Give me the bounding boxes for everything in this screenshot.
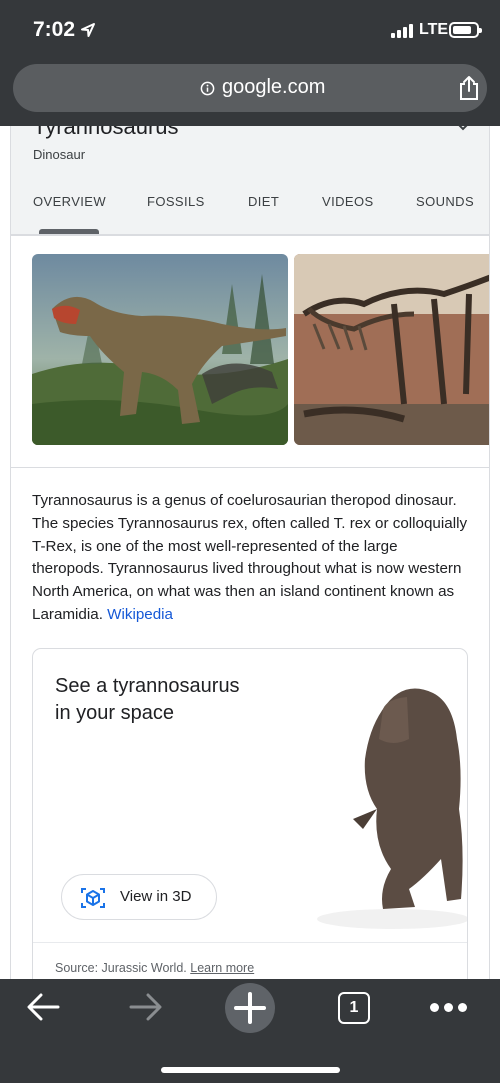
entity-subtitle: Dinosaur bbox=[33, 147, 86, 162]
panel-tabs: OVERVIEW FOSSILS DIET VIDEOS SOUNDS bbox=[11, 194, 489, 224]
source-text: Source: Jurassic World. bbox=[55, 961, 187, 975]
ar-card-source: Source: Jurassic World. Learn more bbox=[55, 961, 254, 975]
3d-cube-icon bbox=[81, 888, 105, 908]
signal-icon bbox=[391, 24, 415, 38]
url-text[interactable]: google.com bbox=[222, 76, 325, 99]
chevron-down-icon[interactable] bbox=[457, 126, 469, 131]
view-in-3d-card[interactable]: See a tyrannosaurus in your space View i… bbox=[32, 648, 468, 980]
tab-diet[interactable]: DIET bbox=[248, 194, 279, 209]
plus-icon bbox=[234, 992, 266, 1024]
tab-fossils[interactable]: FOSSILS bbox=[147, 194, 205, 209]
address-bar[interactable]: google.com bbox=[13, 64, 487, 112]
ar-card-title: See a tyrannosaurus in your space bbox=[55, 675, 240, 724]
t-rex-illustration-image[interactable] bbox=[32, 254, 288, 445]
status-time: 7:02 bbox=[33, 18, 76, 41]
location-arrow-icon bbox=[81, 23, 95, 37]
tab-overview[interactable]: OVERVIEW bbox=[33, 194, 106, 209]
entity-description: Tyrannosaurus is a genus of coelurosauri… bbox=[32, 490, 472, 627]
back-arrow-icon[interactable] bbox=[25, 992, 61, 1022]
entity-title: Tyrannosaurus bbox=[33, 126, 179, 139]
t-rex-3d-preview[interactable] bbox=[313, 669, 468, 929]
tab-sounds[interactable]: SOUNDS bbox=[416, 194, 474, 209]
home-indicator[interactable] bbox=[161, 1067, 340, 1073]
new-tab-button[interactable] bbox=[225, 983, 275, 1033]
knowledge-panel-header: Tyrannosaurus Dinosaur OVERVIEW FOSSILS … bbox=[10, 126, 490, 236]
more-icon[interactable] bbox=[430, 1003, 468, 1013]
image-carousel bbox=[10, 236, 490, 468]
battery-icon bbox=[449, 22, 482, 38]
tabs-button[interactable]: 1 bbox=[338, 992, 370, 1024]
status-bar: 7:02 LTE bbox=[0, 0, 500, 60]
view-in-3d-button[interactable]: View in 3D bbox=[61, 874, 217, 920]
description-text: Tyrannosaurus is a genus of coelurosauri… bbox=[32, 492, 468, 623]
wikipedia-link[interactable]: Wikipedia bbox=[107, 606, 173, 623]
share-icon[interactable] bbox=[457, 75, 481, 101]
tab-videos[interactable]: VIDEOS bbox=[322, 194, 374, 209]
info-icon[interactable] bbox=[200, 81, 215, 96]
t-rex-skeleton-image[interactable] bbox=[294, 254, 489, 445]
browser-bottom-bar: 1 bbox=[0, 979, 500, 1083]
browser-toolbar: google.com bbox=[0, 60, 500, 126]
network-label: LTE bbox=[419, 21, 449, 38]
view-in-3d-label: View in 3D bbox=[120, 888, 192, 905]
learn-more-link[interactable]: Learn more bbox=[190, 961, 254, 975]
forward-arrow-icon[interactable] bbox=[128, 992, 164, 1022]
divider bbox=[33, 942, 467, 943]
